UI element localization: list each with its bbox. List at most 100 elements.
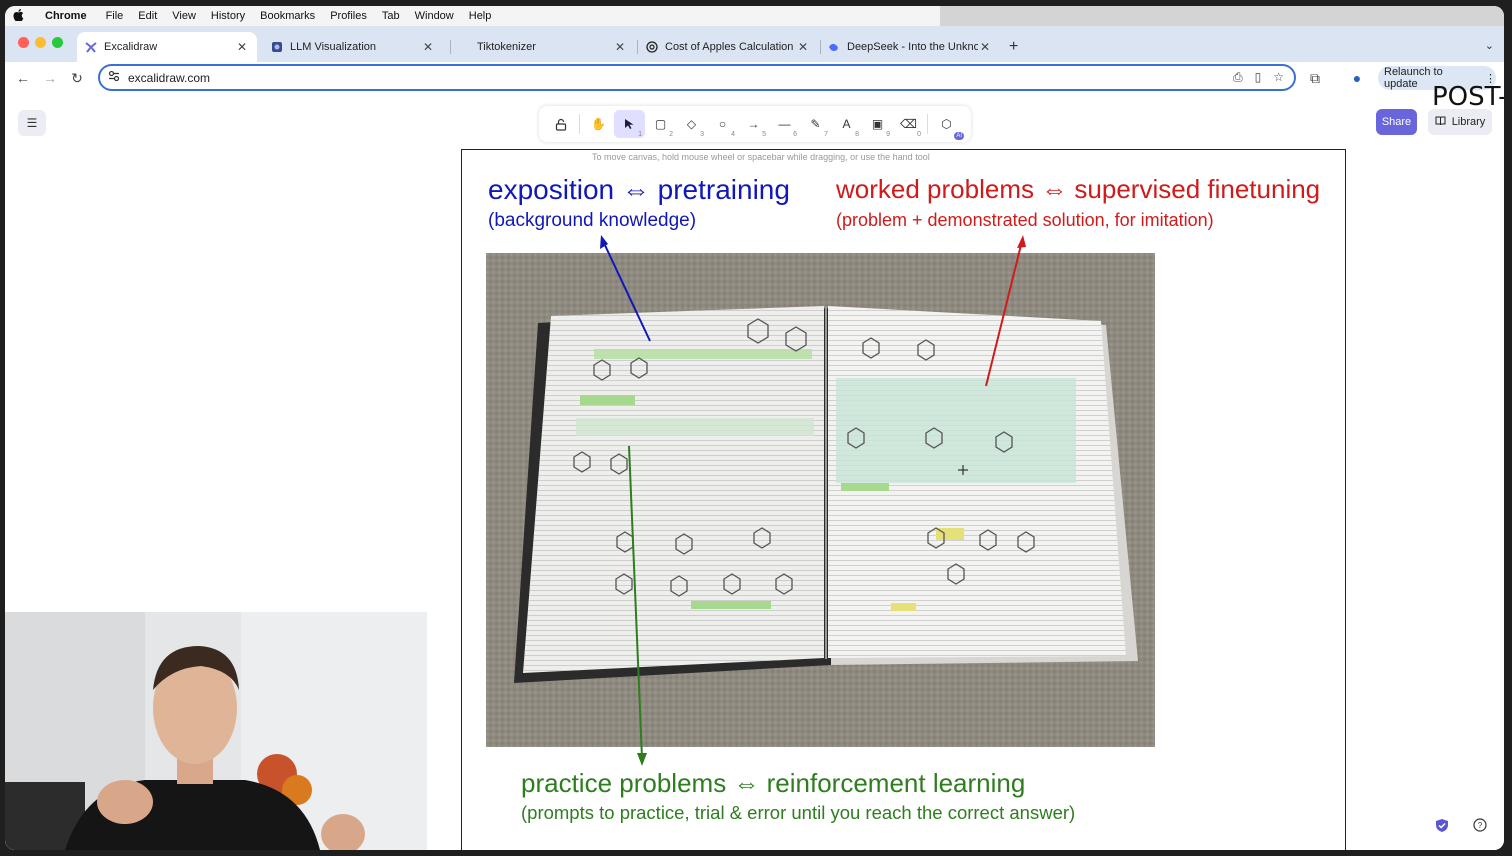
- shortcut-key: 2: [669, 131, 673, 138]
- pretraining-subtitle[interactable]: (background knowledge): [488, 210, 696, 232]
- menu-window[interactable]: Window: [415, 10, 454, 22]
- menu-profiles[interactable]: Profiles: [330, 10, 367, 22]
- mac-menubar: Chrome File Edit View History Bookmarks …: [5, 6, 940, 26]
- close-icon[interactable]: ✕: [613, 40, 627, 54]
- toolbar-divider: [927, 114, 928, 134]
- apple-icon[interactable]: [5, 8, 31, 24]
- tab-excalidraw[interactable]: Excalidraw ✕: [77, 32, 257, 62]
- worked-example-box: [576, 418, 814, 436]
- close-icon[interactable]: ✕: [235, 40, 249, 54]
- highlight: [936, 528, 964, 540]
- close-window-button[interactable]: [18, 37, 29, 48]
- tab-divider: [450, 40, 451, 54]
- webcam-overlay: [5, 612, 427, 850]
- tab-tiktokenizer[interactable]: Tiktokenizer ✕: [465, 32, 635, 62]
- tab-cost-of-apples[interactable]: Cost of Apples Calculation ✕: [638, 32, 818, 62]
- text-icon[interactable]: A8: [831, 110, 862, 138]
- bookmark-star-icon[interactable]: ☆: [1273, 70, 1284, 85]
- minimize-window-button[interactable]: [35, 37, 46, 48]
- sft-subtitle[interactable]: (problem + demonstrated solution, for im…: [836, 210, 1214, 231]
- shortcut-key: 1: [638, 131, 642, 138]
- menu-app-name[interactable]: Chrome: [45, 10, 87, 22]
- openai-icon: [646, 41, 658, 53]
- selection-icon[interactable]: 1: [614, 110, 645, 138]
- chevron-down-icon[interactable]: ⌄: [1485, 39, 1494, 52]
- shortcut-key: 3: [700, 131, 704, 138]
- page-info-icon[interactable]: ▯: [1255, 70, 1262, 85]
- menu-history[interactable]: History: [211, 10, 245, 22]
- toolbar-divider: [579, 114, 580, 134]
- arrow-icon[interactable]: → 5: [738, 110, 769, 138]
- shortcut-key: 0: [917, 131, 921, 138]
- forward-icon[interactable]: →: [40, 68, 60, 88]
- tab-title: LLM Visualization: [290, 41, 377, 53]
- highlight: [594, 349, 812, 359]
- tab-deepseek[interactable]: DeepSeek - Into the Unknown ✕: [820, 32, 1000, 62]
- reload-icon[interactable]: ↻: [67, 68, 87, 88]
- close-icon[interactable]: ✕: [978, 40, 992, 54]
- bottom-right-icons: ?: [1432, 815, 1490, 835]
- library-button[interactable]: Library: [1428, 109, 1492, 135]
- pretraining-title[interactable]: exposition ⇔ pretraining: [488, 174, 790, 206]
- omnibox-actions: ⎙ ▯ ☆: [1233, 70, 1284, 85]
- menu-help[interactable]: Help: [469, 10, 492, 22]
- extra-tools-icon[interactable]: ⬡ AI: [931, 110, 964, 140]
- image-icon[interactable]: ▣ 9: [862, 110, 893, 138]
- tool-palette: ✋ 1 ▢ 2 ◇ 3 ○ 4 → 5 —6 ✎ 7 A8 ▣ 9 ⌫ 0 ⬡ AI: [539, 106, 971, 142]
- sft-title[interactable]: worked problems ⇔ supervised finetuning: [836, 174, 1320, 205]
- screen: Chrome File Edit View History Bookmarks …: [5, 6, 1504, 850]
- highlight: [580, 395, 635, 405]
- diamond-icon[interactable]: ◇ 3: [676, 110, 707, 138]
- menu-view[interactable]: View: [172, 10, 196, 22]
- maximize-window-button[interactable]: [52, 37, 63, 48]
- menu-bookmarks[interactable]: Bookmarks: [260, 10, 315, 22]
- excalidraw-canvas[interactable]: POST- ☰ ✋ 1 ▢ 2 ◇ 3 ○ 4 → 5 —6 ✎ 7 A8 ▣ 9 ⌫ 0 ⬡…: [5, 82, 1504, 850]
- left-page-text: [523, 306, 824, 673]
- close-icon[interactable]: ✕: [421, 40, 435, 54]
- person-hand: [97, 780, 153, 824]
- library-label: Library: [1451, 116, 1486, 128]
- share-button[interactable]: Share: [1376, 109, 1417, 135]
- svg-text:?: ?: [1478, 821, 1483, 830]
- partial-heading: POST-: [1432, 82, 1504, 112]
- profile-icon[interactable]: ●: [1347, 68, 1367, 88]
- textbook-photo[interactable]: [486, 253, 1155, 747]
- highlight: [691, 601, 771, 609]
- shield-icon[interactable]: [1432, 815, 1452, 835]
- deepseek-icon: [828, 41, 840, 53]
- eraser-icon[interactable]: ⌫ 0: [893, 110, 924, 138]
- extensions-icon[interactable]: ⧉: [1305, 68, 1325, 88]
- menu-edit[interactable]: Edit: [138, 10, 157, 22]
- menu-file[interactable]: File: [106, 10, 124, 22]
- hand-icon[interactable]: ✋: [583, 110, 614, 138]
- shortcut-key: 6: [793, 131, 797, 138]
- help-icon[interactable]: ?: [1470, 815, 1490, 835]
- rl-subtitle[interactable]: (prompts to practice, trial & error unti…: [521, 802, 1075, 824]
- url-text[interactable]: excalidraw.com: [128, 71, 210, 85]
- menu-tab[interactable]: Tab: [382, 10, 400, 22]
- shortcut-key: 8: [855, 131, 859, 138]
- rl-title[interactable]: practice problems ⇔ reinforcement learni…: [521, 768, 1025, 799]
- install-app-icon[interactable]: ⎙: [1233, 70, 1243, 85]
- tab-llm-visualization[interactable]: LLM Visualization ✕: [263, 32, 443, 62]
- rectangle-icon[interactable]: ▢ 2: [645, 110, 676, 138]
- llm-viz-icon: [271, 41, 283, 53]
- browser-toolbar: ← → ↻ excalidraw.com ⎙ ▯ ☆ ⧉ ● Relaunch …: [5, 62, 1504, 94]
- new-tab-icon[interactable]: +: [1009, 38, 1018, 56]
- library-icon: [1435, 116, 1446, 129]
- tab-strip: Excalidraw ✕ LLM Visualization ✕ Tiktoke…: [5, 26, 1504, 62]
- close-icon[interactable]: ✕: [796, 40, 810, 54]
- shortcut-key: 9: [886, 131, 890, 138]
- menubar-extension: [940, 6, 1504, 26]
- line-icon[interactable]: —6: [769, 110, 800, 138]
- site-settings-icon[interactable]: [108, 69, 120, 87]
- shortcut-key: 7: [824, 131, 828, 138]
- tab-title: Cost of Apples Calculation: [665, 41, 794, 53]
- back-icon[interactable]: ←: [13, 68, 33, 88]
- menu-icon[interactable]: ☰: [18, 110, 46, 136]
- pencil-icon[interactable]: ✎ 7: [800, 110, 831, 138]
- address-bar[interactable]: excalidraw.com ⎙ ▯ ☆: [98, 64, 1296, 91]
- ellipse-icon[interactable]: ○ 4: [707, 110, 738, 138]
- tab-title: Tiktokenizer: [477, 41, 536, 53]
- lock-icon[interactable]: [545, 110, 576, 138]
